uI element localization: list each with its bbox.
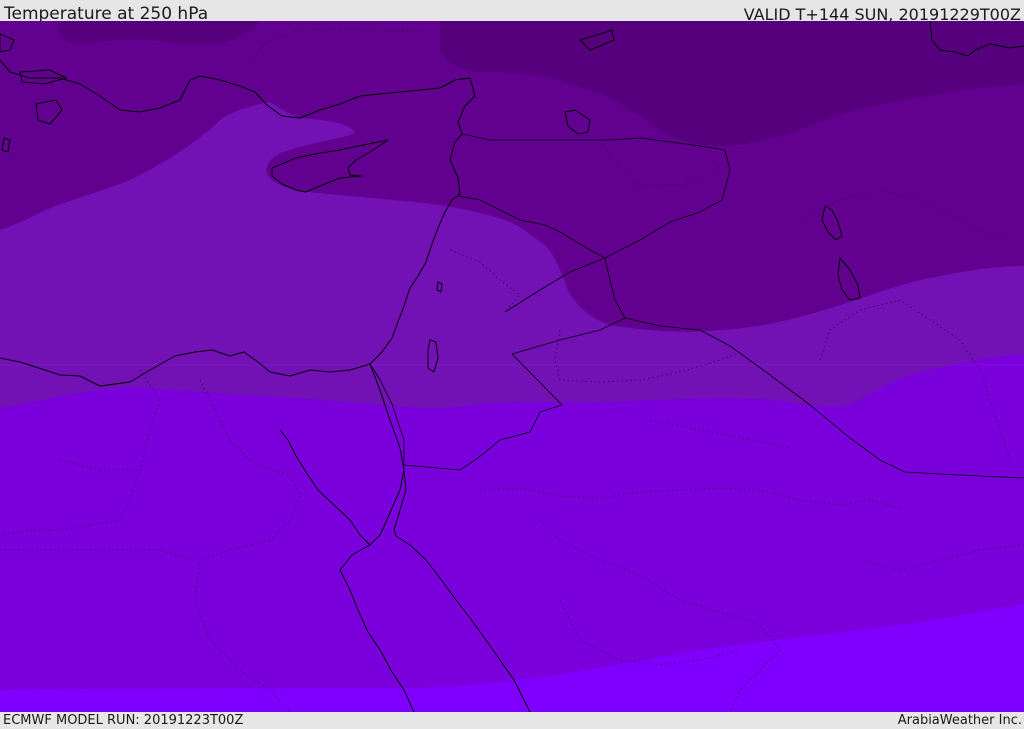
footer-bar: ECMWF MODEL RUN: 20191223T00Z ArabiaWeat… bbox=[0, 712, 1024, 729]
model-run-label: ECMWF MODEL RUN: 20191223T00Z bbox=[3, 713, 244, 728]
header-bar: Temperature at 250 hPa VALID T+144 SUN, … bbox=[0, 0, 1024, 24]
provider-label: ArabiaWeather Inc. bbox=[897, 713, 1022, 728]
map-canvas bbox=[0, 21, 1024, 712]
weather-map[interactable] bbox=[0, 21, 1024, 712]
